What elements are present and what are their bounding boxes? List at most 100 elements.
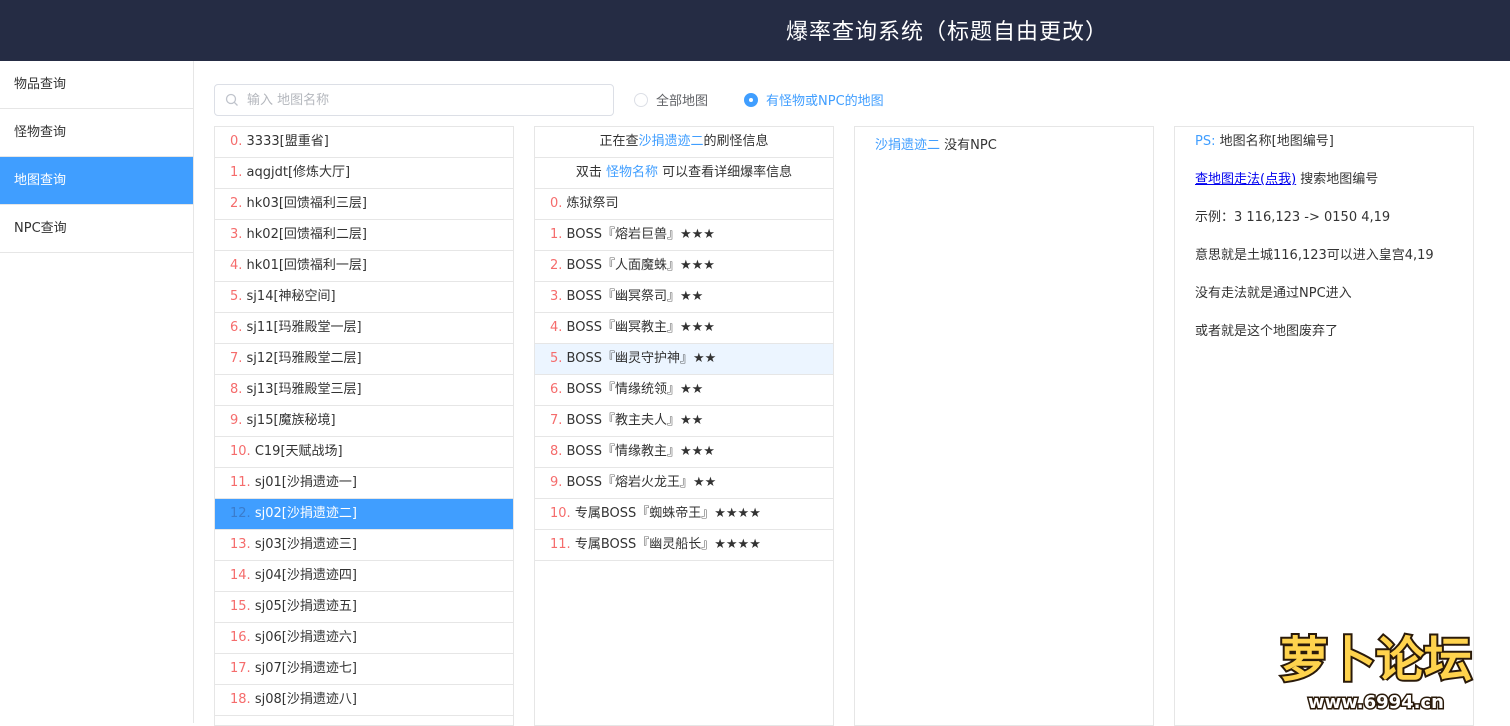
monster-list-item[interactable]: 1. BOSS『熔岩巨兽』★★★ bbox=[535, 220, 833, 251]
list-text: sj13[玛雅殿堂三层] bbox=[242, 382, 362, 397]
radio-all-maps[interactable]: 全部地图 bbox=[634, 90, 708, 109]
radio-checked-icon bbox=[744, 92, 758, 107]
map-list-item[interactable]: 18. sj08[沙捐遗迹八] bbox=[215, 685, 513, 716]
monster-list-item[interactable]: 8. BOSS『情缘教主』★★★ bbox=[535, 437, 833, 468]
list-index: 2. bbox=[550, 258, 563, 273]
map-list-item[interactable]: 9. sj15[魔族秘境] bbox=[215, 406, 513, 437]
sidebar-item-map-query[interactable]: 地图查询 bbox=[0, 157, 193, 205]
svg-text:www.6994.cn: www.6994.cn bbox=[1308, 692, 1444, 713]
hint-text: 可以查看详细爆率信息 bbox=[658, 165, 793, 180]
map-list-item[interactable]: 7. sj12[玛雅殿堂二层] bbox=[215, 344, 513, 375]
monster-list-item[interactable]: 11. 专属BOSS『幽灵船长』★★★★ bbox=[535, 530, 833, 561]
list-index: 5. bbox=[550, 351, 563, 366]
list-index: 3. bbox=[230, 227, 243, 242]
list-text: sj12[玛雅殿堂二层] bbox=[242, 351, 362, 366]
monster-list-item[interactable]: 6. BOSS『情缘统领』★★ bbox=[535, 375, 833, 406]
list-index: 9. bbox=[230, 413, 243, 428]
list-text: hk03[回馈福利三层] bbox=[242, 196, 367, 211]
list-text: BOSS『熔岩火龙王』★★ bbox=[562, 475, 717, 490]
list-index: 5. bbox=[230, 289, 243, 304]
map-list-item[interactable]: 8. sj13[玛雅殿堂三层] bbox=[215, 375, 513, 406]
list-text: BOSS『幽冥教主』★★★ bbox=[562, 320, 715, 335]
map-list-item[interactable]: 17. sj07[沙捐遗迹七] bbox=[215, 654, 513, 685]
map-list-item[interactable]: 1. aqgjdt[修炼大厅] bbox=[215, 158, 513, 189]
radio-maps-with-monsters[interactable]: 有怪物或NPC的地图 bbox=[744, 90, 884, 109]
list-text: sj03[沙捐遗迹三] bbox=[250, 537, 357, 552]
ps-label: PS: bbox=[1195, 134, 1216, 149]
list-index: 7. bbox=[550, 413, 563, 428]
list-index: 10. bbox=[550, 506, 571, 521]
hint-highlight: 怪物名称 bbox=[605, 165, 658, 180]
sidebar-item-monster-query[interactable]: 怪物查询 bbox=[0, 109, 193, 157]
monster-list-item[interactable]: 2. BOSS『人面魔蛛』★★★ bbox=[535, 251, 833, 282]
list-text: sj14[神秘空间] bbox=[242, 289, 336, 304]
list-text: sj01[沙捐遗迹一] bbox=[250, 475, 357, 490]
list-index: 13. bbox=[230, 537, 251, 552]
link-post-text: 搜索地图编号 bbox=[1296, 172, 1379, 187]
search-box[interactable] bbox=[214, 84, 614, 116]
map-list-item[interactable]: 16. sj06[沙捐遗迹六] bbox=[215, 623, 513, 654]
sidebar-item-item-query[interactable]: 物品查询 bbox=[0, 61, 193, 109]
list-text: sj02[沙捐遗迹二] bbox=[250, 506, 357, 521]
info-example: 示例：3 116,123 -> 0150 4,19 bbox=[1195, 210, 1391, 225]
map-list: 0. 3333[盟重省] 1. aqgjdt[修炼大厅] 2. hk03[回馈福利三… bbox=[215, 127, 513, 716]
map-list-item[interactable]: 12. sj02[沙捐遗迹二] bbox=[215, 499, 513, 530]
ps-text: 地图名称[地图编号] bbox=[1215, 134, 1334, 149]
list-index: 10. bbox=[230, 444, 251, 459]
map-route-link[interactable]: 查地图走法(点我) bbox=[1195, 172, 1296, 187]
list-index: 17. bbox=[230, 661, 251, 676]
monster-list-item[interactable]: 7. BOSS『教主夫人』★★ bbox=[535, 406, 833, 437]
map-list-item[interactable]: 11. sj01[沙捐遗迹一] bbox=[215, 468, 513, 499]
map-list-item[interactable]: 15. sj05[沙捐遗迹五] bbox=[215, 592, 513, 623]
map-list-item[interactable]: 14. sj04[沙捐遗迹四] bbox=[215, 561, 513, 592]
monster-list-item[interactable]: 4. BOSS『幽冥教主』★★★ bbox=[535, 313, 833, 344]
list-index: 9. bbox=[550, 475, 563, 490]
map-list-item[interactable]: 6. sj11[玛雅殿堂一层] bbox=[215, 313, 513, 344]
list-text: hk02[回馈福利二层] bbox=[242, 227, 367, 242]
list-index: 4. bbox=[550, 320, 563, 335]
list-text: sj15[魔族秘境] bbox=[242, 413, 336, 428]
monster-list-item[interactable]: 3. BOSS『幽冥祭司』★★ bbox=[535, 282, 833, 313]
map-list-item[interactable]: 3. hk02[回馈福利二层] bbox=[215, 220, 513, 251]
info-no-route: 没有走法就是通过NPC进入 bbox=[1195, 286, 1352, 301]
list-text: 炼狱祭司 bbox=[562, 196, 619, 211]
current-map-name: 沙捐遗迹二 bbox=[638, 134, 704, 149]
list-index: 15. bbox=[230, 599, 251, 614]
list-index: 7. bbox=[230, 351, 243, 366]
map-list-item[interactable]: 4. hk01[回馈福利一层] bbox=[215, 251, 513, 282]
search-input[interactable] bbox=[247, 85, 607, 115]
info-abandoned: 或者就是这个地图废弃了 bbox=[1195, 324, 1339, 339]
list-index: 18. bbox=[230, 692, 251, 707]
list-text: sj06[沙捐遗迹六] bbox=[250, 630, 357, 645]
list-text: 专属BOSS『幽灵船长』★★★★ bbox=[570, 537, 761, 552]
monster-list-item[interactable]: 10. 专属BOSS『蜘蛛帝王』★★★★ bbox=[535, 499, 833, 530]
list-text: BOSS『幽冥祭司』★★ bbox=[562, 289, 704, 304]
list-text: aqgjdt[修炼大厅] bbox=[242, 165, 351, 180]
list-index: 0. bbox=[550, 196, 563, 211]
list-text: sj05[沙捐遗迹五] bbox=[250, 599, 357, 614]
map-list-item[interactable]: 13. sj03[沙捐遗迹三] bbox=[215, 530, 513, 561]
list-text: C19[天赋战场] bbox=[250, 444, 343, 459]
list-text: sj07[沙捐遗迹七] bbox=[250, 661, 357, 676]
monster-list-item[interactable]: 5. BOSS『幽灵守护神』★★ bbox=[535, 344, 833, 375]
list-text: BOSS『人面魔蛛』★★★ bbox=[562, 258, 715, 273]
map-list-item[interactable]: 10. C19[天赋战场] bbox=[215, 437, 513, 468]
npc-panel: 沙捐遗迹二 没有NPC bbox=[854, 126, 1154, 726]
list-index: 6. bbox=[550, 382, 563, 397]
app-title: 爆率查询系统（标题自由更改） bbox=[786, 20, 1109, 45]
monster-list-item[interactable]: 9. BOSS『熔岩火龙王』★★ bbox=[535, 468, 833, 499]
monster-list-item[interactable]: 0. 炼狱祭司 bbox=[535, 189, 833, 220]
forum-watermark-logo: 萝卜论坛 www.6994.cn bbox=[1278, 630, 1474, 715]
list-index: 2. bbox=[230, 196, 243, 211]
list-index: 6. bbox=[230, 320, 243, 335]
list-index: 8. bbox=[550, 444, 563, 459]
list-index: 11. bbox=[550, 537, 571, 552]
monster-list-panel: 正在查沙捐遗迹二的刷怪信息 双击 怪物名称 可以查看详细爆率信息 0. 炼狱祭司… bbox=[534, 126, 834, 726]
map-list-item[interactable]: 0. 3333[盟重省] bbox=[215, 127, 513, 158]
sidebar-item-npc-query[interactable]: NPC查询 bbox=[0, 205, 193, 253]
list-index: 1. bbox=[550, 227, 563, 242]
map-list-item[interactable]: 2. hk03[回馈福利三层] bbox=[215, 189, 513, 220]
list-text: sj08[沙捐遗迹八] bbox=[250, 692, 357, 707]
map-list-item[interactable]: 5. sj14[神秘空间] bbox=[215, 282, 513, 313]
monster-hint: 双击 怪物名称 可以查看详细爆率信息 bbox=[535, 158, 833, 189]
